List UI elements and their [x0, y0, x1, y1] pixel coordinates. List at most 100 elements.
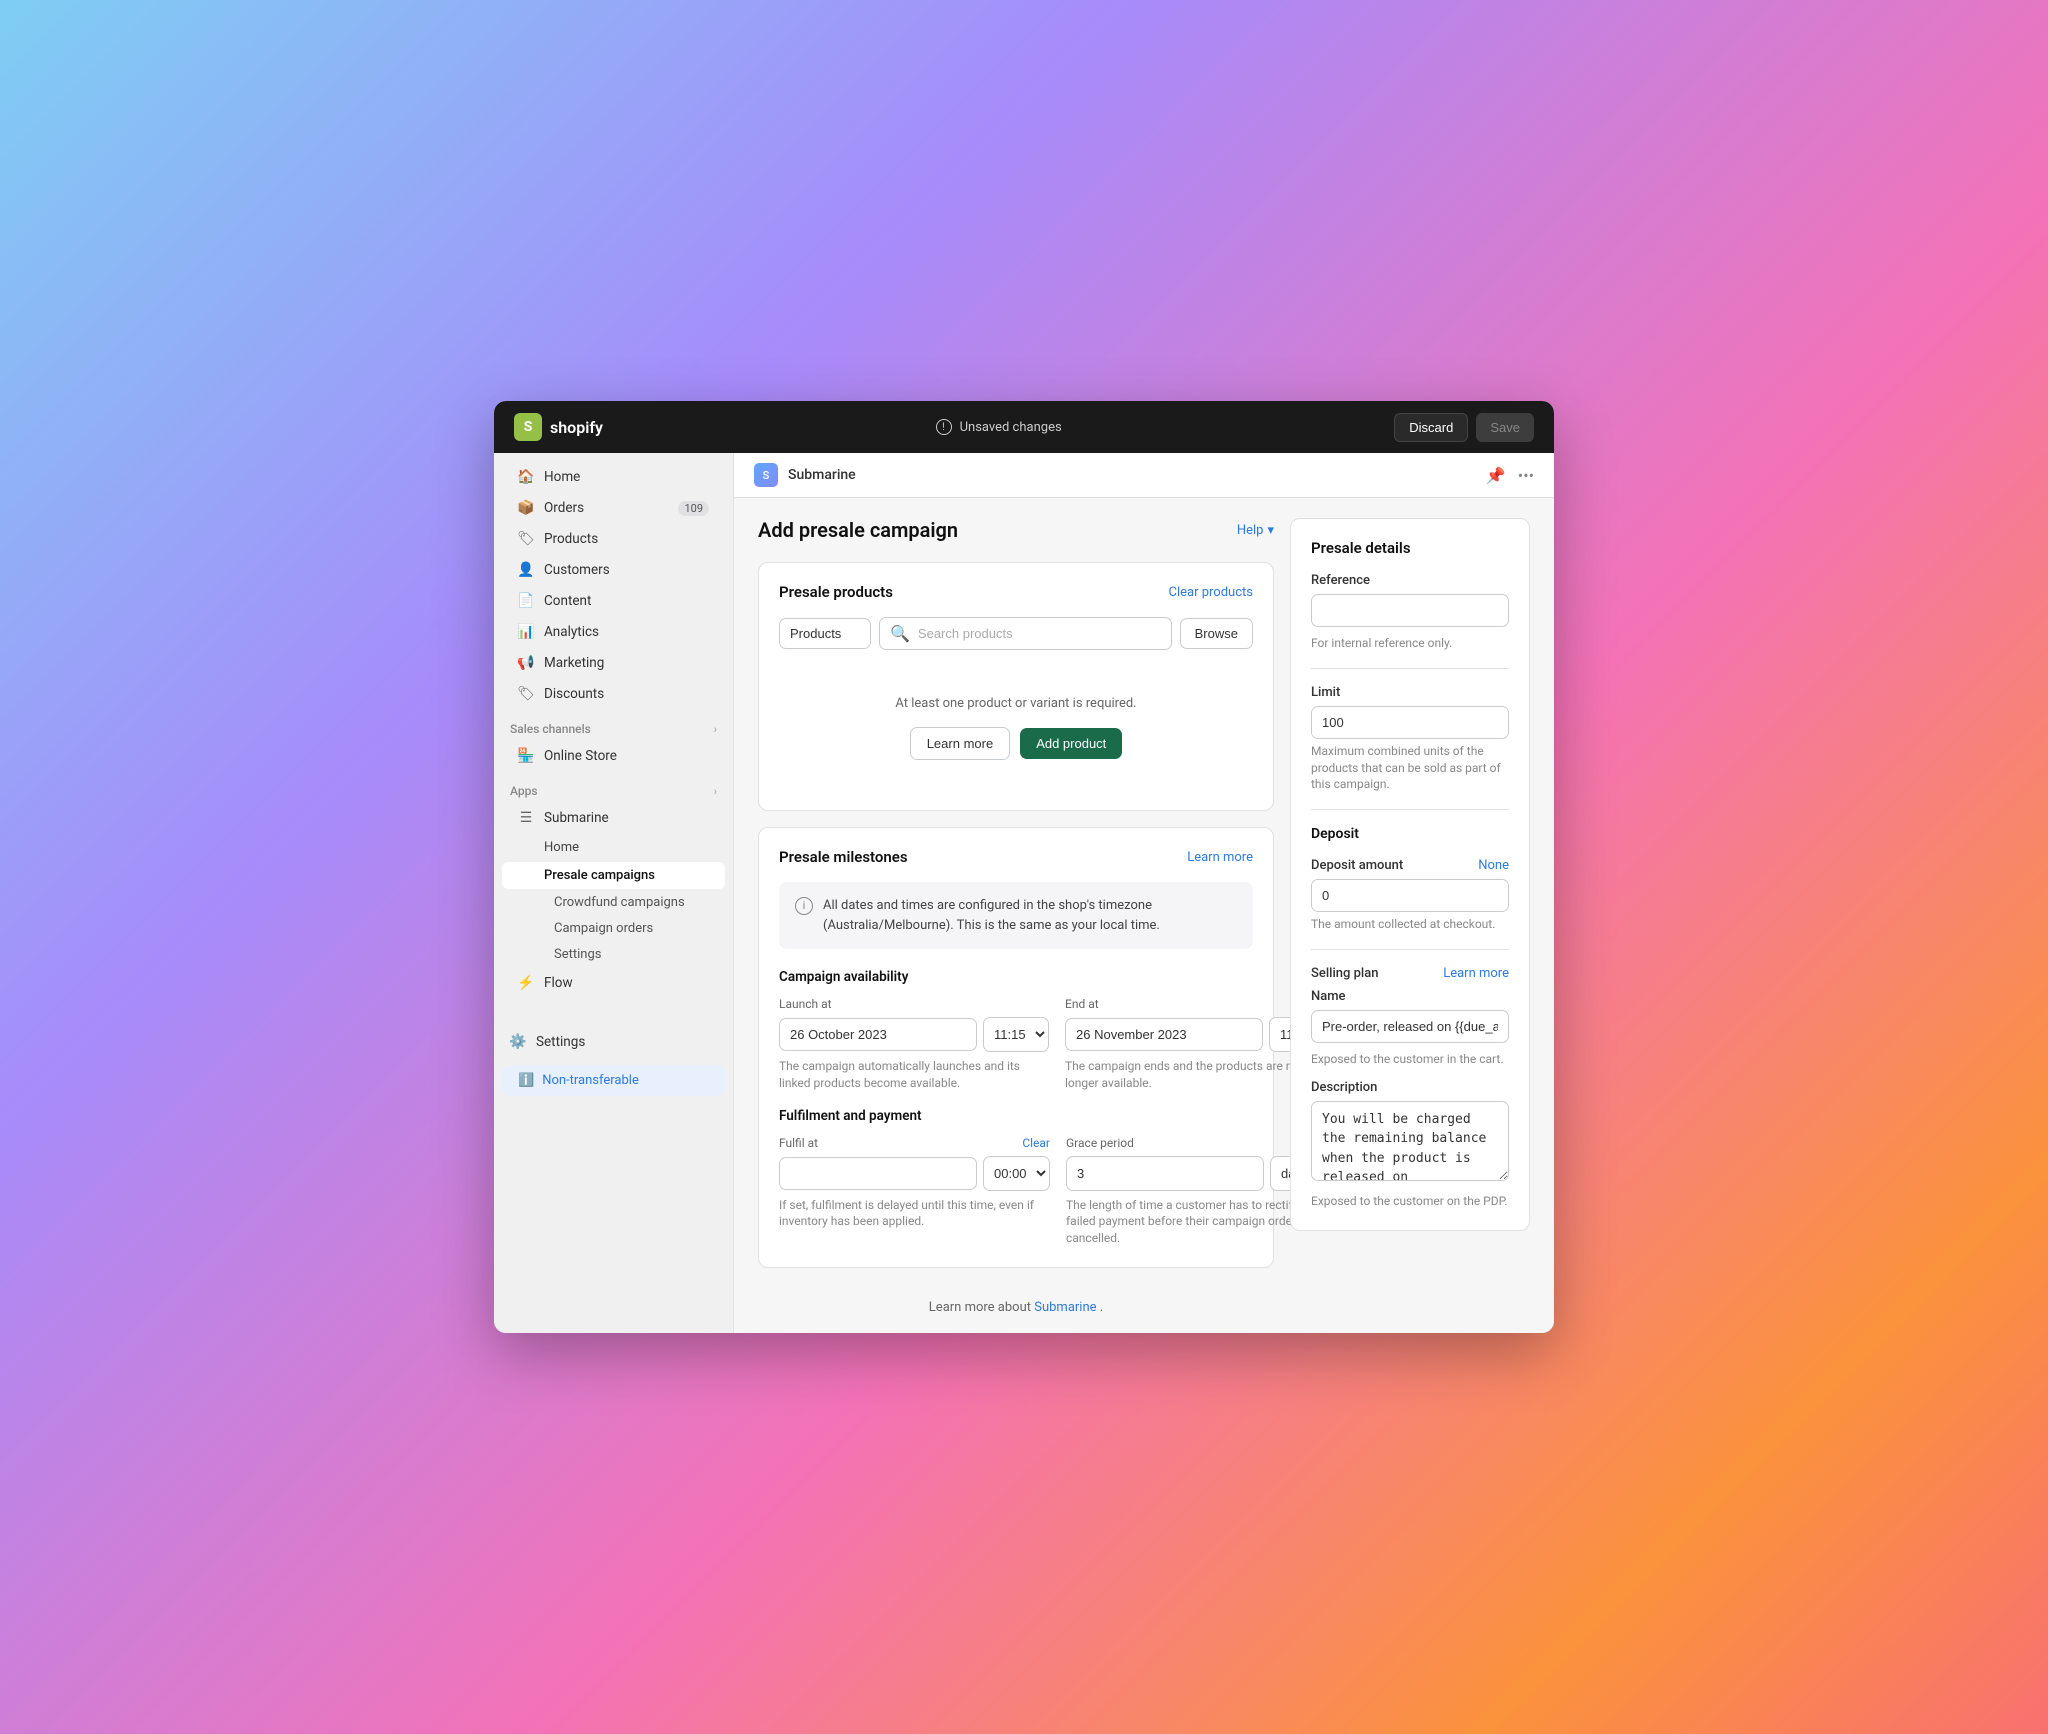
sidebar-item-settings[interactable]: ⚙️ Settings	[494, 1027, 733, 1057]
sidebar-analytics-label: Analytics	[544, 624, 599, 640]
submarine-icon: ☰	[518, 810, 534, 826]
sidebar-item-orders[interactable]: 📦 Orders 109	[502, 493, 725, 523]
campaign-orders-label: Campaign orders	[554, 921, 653, 936]
product-search-row: Products Variants 🔍 Browse	[779, 617, 1253, 650]
orders-badge: 109	[678, 501, 709, 516]
content-area: S Submarine 📌 ••• Add presale campaign H…	[734, 453, 1554, 1333]
settings-label: Settings	[536, 1034, 585, 1050]
sidebar-item-home[interactable]: 🏠 Home	[502, 462, 725, 492]
more-icon[interactable]: •••	[1518, 466, 1534, 485]
search-input[interactable]	[918, 618, 1161, 649]
orders-icon: 📦	[518, 500, 534, 516]
grace-period-label: Grace period	[1066, 1136, 1134, 1150]
learn-more-button[interactable]: Learn more	[910, 727, 1010, 760]
campaign-availability-title: Campaign availability	[779, 969, 1253, 985]
sidebar-item-analytics[interactable]: 📊 Analytics	[502, 617, 725, 647]
launch-at-field: Launch at 11:15 The campaign automatical…	[779, 997, 1049, 1092]
sidebar-item-presale-campaigns[interactable]: Presale campaigns	[502, 862, 725, 889]
sidebar-item-submarine[interactable]: ☰ Submarine	[502, 803, 725, 833]
sidebar-item-online-store[interactable]: 🏪 Online Store	[502, 741, 725, 771]
sidebar-item-customers[interactable]: 👤 Customers	[502, 555, 725, 585]
sidebar-item-settings-sub[interactable]: Settings	[502, 942, 725, 967]
sidebar-item-crowdfund-campaigns[interactable]: Crowdfund campaigns	[502, 890, 725, 915]
browse-button[interactable]: Browse	[1180, 618, 1253, 649]
presale-details-card: Presale details Reference For internal r…	[1290, 518, 1530, 1231]
add-product-button[interactable]: Add product	[1020, 728, 1122, 759]
grace-period-input[interactable]	[1066, 1156, 1264, 1191]
divider-2	[1311, 809, 1509, 810]
save-button[interactable]: Save	[1476, 413, 1534, 442]
app-icon-text: S	[763, 469, 770, 482]
limit-unit: units	[1508, 715, 1509, 729]
timezone-info-text: All dates and times are configured in th…	[823, 896, 1237, 935]
settings-sub-label: Settings	[554, 947, 601, 962]
presale-campaigns-label: Presale campaigns	[544, 868, 655, 883]
empty-state: At least one product or variant is requi…	[779, 666, 1253, 790]
fulfil-at-time-select[interactable]: 00:00	[983, 1156, 1050, 1191]
deposit-none-link[interactable]: None	[1478, 858, 1509, 873]
milestones-learn-more-link[interactable]: Learn more	[1187, 850, 1253, 865]
sales-channels-section: Sales channels ›	[494, 710, 733, 740]
deposit-amount-label-row: Deposit amount None	[1311, 858, 1509, 873]
settings-icon: ⚙️	[510, 1034, 526, 1050]
launch-at-time-select[interactable]: 11:15	[983, 1017, 1049, 1052]
deposit-unit: %	[1508, 888, 1509, 903]
presale-products-title-row: Presale products Clear products	[779, 583, 1253, 601]
page-title: Add presale campaign	[758, 518, 958, 542]
sidebar-item-products[interactable]: 🏷 Products	[502, 524, 725, 554]
page-footer: Learn more about Submarine .	[758, 1284, 1274, 1331]
customers-icon: 👤	[518, 562, 534, 578]
sidebar-online-store-label: Online Store	[544, 748, 617, 764]
description-textarea[interactable]: You will be charged the remaining balanc…	[1311, 1101, 1509, 1181]
topbar-actions: Discard Save	[1394, 413, 1534, 442]
fulfil-clear-link[interactable]: Clear	[1022, 1136, 1050, 1150]
product-type-select[interactable]: Products Variants	[779, 618, 871, 649]
sidebar-item-campaign-orders[interactable]: Campaign orders	[502, 916, 725, 941]
launch-at-date-input[interactable]	[779, 1018, 977, 1051]
deposit-amount-label: Deposit amount	[1311, 858, 1403, 873]
deposit-input[interactable]	[1312, 880, 1508, 911]
sidebar-products-label: Products	[544, 531, 598, 547]
page-title-row: Add presale campaign Help ▾	[758, 518, 1274, 542]
sidebar-home-label: Home	[544, 469, 580, 485]
products-icon: 🏷	[518, 531, 534, 547]
app-header-left: S Submarine	[754, 463, 856, 487]
end-at-date-input[interactable]	[1065, 1018, 1263, 1051]
sidebar-item-marketing[interactable]: 📢 Marketing	[502, 648, 725, 678]
sidebar-discounts-label: Discounts	[544, 686, 604, 702]
sidebar-item-discounts[interactable]: 🏷 Discounts	[502, 679, 725, 709]
fulfil-at-field: Fulfil at Clear 00:00	[779, 1136, 1050, 1247]
app-header: S Submarine 📌 •••	[734, 453, 1554, 498]
sidebar-item-content[interactable]: 📄 Content	[502, 586, 725, 616]
apps-section: Apps ›	[494, 772, 733, 802]
clear-products-link[interactable]: Clear products	[1169, 585, 1253, 600]
unsaved-status-text: Unsaved changes	[960, 420, 1062, 435]
flow-icon: ⚡	[518, 975, 534, 991]
fulfil-at-label-row: Fulfil at Clear	[779, 1136, 1050, 1150]
sidebar-item-submarine-home[interactable]: Home	[502, 834, 725, 861]
sidebar: 🏠 Home 📦 Orders 109 🏷 Products 👤 Custome…	[494, 453, 734, 1333]
selling-plan-learn-more-link[interactable]: Learn more	[1443, 966, 1509, 981]
sidebar-item-flow[interactable]: ⚡ Flow	[502, 968, 725, 998]
dates-row: Launch at 11:15 The campaign automatical…	[779, 997, 1253, 1092]
reference-input[interactable]	[1311, 594, 1509, 627]
help-button[interactable]: Help ▾	[1237, 523, 1274, 538]
limit-input[interactable]	[1312, 707, 1508, 738]
milestones-title-row: Presale milestones Learn more	[779, 848, 1253, 866]
submarine-home-label: Home	[544, 840, 579, 855]
sidebar-marketing-label: Marketing	[544, 655, 604, 671]
sidebar-orders-label: Orders	[544, 500, 584, 516]
app-header-right: 📌 •••	[1486, 466, 1534, 485]
pin-icon[interactable]: 📌	[1486, 466, 1506, 485]
limit-hint: Maximum combined units of the products t…	[1311, 743, 1509, 793]
footer-suffix: .	[1100, 1300, 1103, 1315]
name-input[interactable]	[1311, 1010, 1509, 1043]
shopify-wordmark: shopify	[550, 418, 603, 437]
discard-button[interactable]: Discard	[1394, 413, 1468, 442]
shopify-logo-icon: S	[514, 413, 542, 441]
sidebar-customers-label: Customers	[544, 562, 610, 578]
search-icon: 🔍	[890, 624, 910, 643]
apps-chevron: ›	[714, 785, 717, 798]
fulfil-at-date-input[interactable]	[779, 1157, 977, 1190]
footer-link[interactable]: Submarine	[1034, 1300, 1096, 1315]
